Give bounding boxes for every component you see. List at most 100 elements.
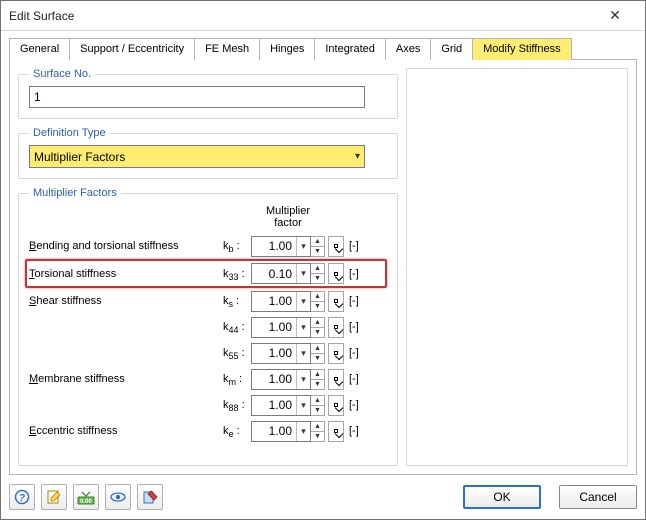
mf-row: Torsional stiffnessk33 :0.10▾▲▼[-] [25, 259, 387, 288]
mf-spinner[interactable]: ▲▼ [311, 421, 325, 442]
mf-picker-button[interactable] [328, 263, 344, 284]
mf-header-row: Multiplier factor [29, 205, 387, 229]
client-area: GeneralSupport / EccentricityFE MeshHing… [1, 31, 645, 475]
mf-row: k88 :1.00▾▲▼ [-] [29, 392, 387, 418]
legend-multiplier-factors: Multiplier Factors [29, 187, 121, 199]
mf-symbol: kb : [223, 240, 251, 252]
spin-down-icon: ▼ [311, 328, 324, 337]
mf-symbol: km : [223, 373, 251, 385]
spin-up-icon: ▲ [311, 396, 324, 406]
help-button[interactable]: ? [9, 484, 35, 510]
mf-value: 1.00 [252, 294, 296, 308]
preview-pane [406, 68, 628, 466]
mf-label: Eccentric stiffness [29, 425, 223, 437]
mf-value-input[interactable]: 0.10▾ [251, 263, 311, 284]
group-definition-type: Definition Type Multiplier Factors ▾ [18, 127, 398, 179]
mf-value-input[interactable]: 1.00▾ [251, 236, 311, 257]
mf-value-input[interactable]: 1.00▾ [251, 421, 311, 442]
mf-spinner[interactable]: ▲▼ [311, 343, 325, 364]
mf-unit: [-] [345, 399, 365, 411]
tab-grid[interactable]: Grid [430, 38, 473, 60]
picker-icon [334, 351, 338, 355]
mf-value: 1.00 [252, 372, 296, 386]
chevron-down-icon: ▾ [296, 264, 310, 283]
mf-row: k44 :1.00▾▲▼[-] [29, 314, 387, 340]
tab-general[interactable]: General [9, 38, 70, 60]
view-button[interactable] [105, 484, 131, 510]
mf-picker-button[interactable] [328, 343, 344, 364]
mf-value: 1.00 [252, 398, 296, 412]
picker-icon [334, 377, 338, 381]
mf-spinner[interactable]: ▲▼ [311, 263, 325, 284]
chevron-down-icon: ▾ [296, 370, 310, 389]
tab-strip: GeneralSupport / EccentricityFE MeshHing… [9, 37, 637, 60]
tab-hinges[interactable]: Hinges [259, 38, 315, 60]
spin-down-icon: ▼ [311, 432, 324, 441]
mf-value: 1.00 [252, 424, 296, 438]
surface-no-input[interactable] [29, 86, 365, 108]
mf-spinner[interactable]: ▲▼ [311, 395, 325, 416]
mf-unit: [-] [345, 268, 365, 280]
legend-surface-no: Surface No. [29, 68, 95, 80]
window-title: Edit Surface [9, 9, 593, 23]
group-multiplier-factors: Multiplier Factors Multiplier factor Ben… [18, 187, 398, 466]
edit-note-button[interactable] [41, 484, 67, 510]
ok-button[interactable]: OK [463, 485, 541, 509]
group-surface-no: Surface No. [18, 68, 398, 119]
mf-value: 1.00 [252, 346, 296, 360]
mf-picker-button[interactable] [328, 421, 344, 442]
mf-row: Eccentric stiffnesske :1.00▾▲▼ [-] [29, 418, 387, 444]
mf-value-input[interactable]: 1.00▾ [251, 343, 311, 364]
spin-up-icon: ▲ [311, 318, 324, 328]
mf-value-input[interactable]: 1.00▾ [251, 395, 311, 416]
mf-label: Membrane stiffness [29, 373, 223, 385]
chevron-down-icon: ▾ [296, 292, 310, 311]
spin-down-icon: ▼ [311, 274, 324, 283]
mf-value-input[interactable]: 1.00▾ [251, 369, 311, 390]
mf-spinner[interactable]: ▲▼ [311, 291, 325, 312]
mf-symbol: ke : [223, 425, 251, 437]
spin-down-icon: ▼ [311, 380, 324, 389]
mf-picker-button[interactable] [328, 317, 344, 338]
legend-definition-type: Definition Type [29, 127, 110, 139]
mf-value: 1.00 [252, 320, 296, 334]
mf-unit: [-] [345, 425, 365, 437]
close-icon[interactable]: ✕ [593, 7, 637, 24]
mf-label: Torsional stiffness [29, 268, 223, 280]
mf-row: k55 :1.00▾▲▼[-] [29, 340, 387, 366]
spin-down-icon: ▼ [311, 406, 324, 415]
mf-value-input[interactable]: 1.00▾ [251, 291, 311, 312]
tool-button[interactable] [137, 484, 163, 510]
mf-row: Shear stiffnessks :1.00▾▲▼[-] [29, 288, 387, 314]
mf-spinner[interactable]: ▲▼ [311, 236, 325, 257]
mf-picker-button[interactable] [328, 395, 344, 416]
spin-up-icon: ▲ [311, 292, 324, 302]
mf-symbol: k88 : [223, 399, 251, 411]
spin-up-icon: ▲ [311, 344, 324, 354]
definition-type-combo[interactable]: Multiplier Factors ▾ [29, 145, 365, 168]
spin-up-icon: ▲ [311, 264, 324, 274]
chevron-down-icon: ▾ [296, 344, 310, 363]
cancel-button[interactable]: Cancel [559, 485, 637, 509]
mf-value-input[interactable]: 1.00▾ [251, 317, 311, 338]
mf-picker-button[interactable] [328, 291, 344, 312]
chevron-down-icon: ▾ [296, 318, 310, 337]
tab-axes[interactable]: Axes [385, 38, 431, 60]
spin-down-icon: ▼ [311, 354, 324, 363]
picker-icon [334, 325, 338, 329]
tab-integrated[interactable]: Integrated [314, 38, 386, 60]
mf-spinner[interactable]: ▲▼ [311, 369, 325, 390]
spin-down-icon: ▼ [311, 247, 324, 256]
picker-icon [334, 299, 338, 303]
tab-support-eccentricity[interactable]: Support / Eccentricity [69, 38, 195, 60]
mf-picker-button[interactable] [328, 369, 344, 390]
mf-spinner[interactable]: ▲▼ [311, 317, 325, 338]
tab-modify-stiffness[interactable]: Modify Stiffness [472, 38, 571, 60]
mf-symbol: k44 : [223, 321, 251, 333]
mf-unit: [-] [345, 347, 365, 359]
left-panel: Surface No. Definition Type Multiplier F… [18, 68, 398, 466]
mf-picker-button[interactable] [328, 236, 344, 257]
tab-fe-mesh[interactable]: FE Mesh [194, 38, 260, 60]
multiplier-factors-table: Multiplier factor Bending and torsional … [29, 205, 387, 444]
units-button[interactable]: 0.00 [73, 484, 99, 510]
